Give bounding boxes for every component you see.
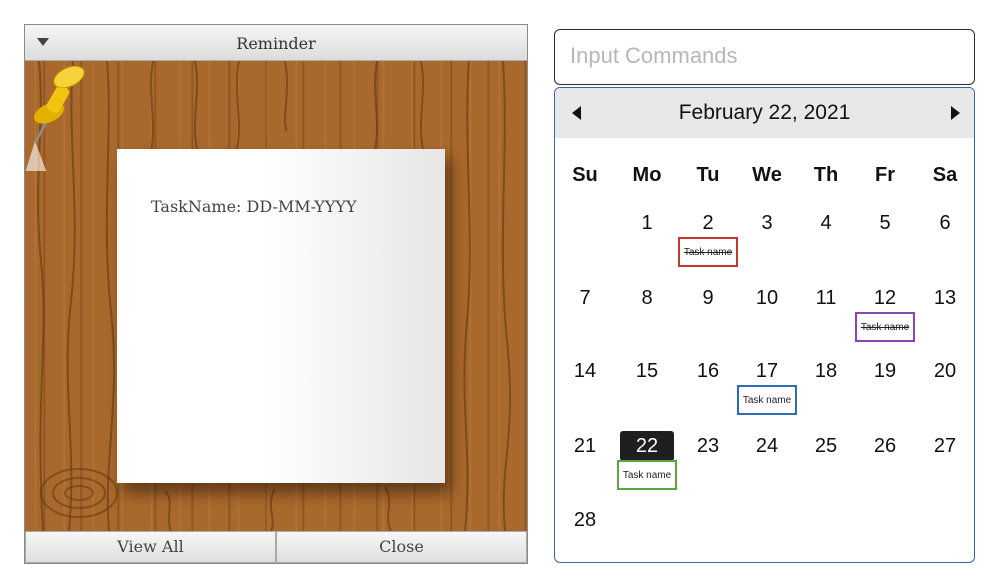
note-task-text: TaskName: DD-MM-YYYY <box>151 197 357 216</box>
task-chip[interactable]: Task name <box>737 385 797 415</box>
calendar-day[interactable]: 4 <box>801 212 851 235</box>
calendar-day[interactable]: 7 <box>560 287 610 310</box>
next-month-icon[interactable] <box>951 106 960 120</box>
month-label: February 22, 2021 <box>678 101 851 124</box>
weekday-header: We <box>752 164 782 186</box>
calendar-day[interactable]: 23 <box>683 435 733 458</box>
sticky-note: TaskName: DD-MM-YYYY <box>117 149 445 483</box>
weekday-header: Fr <box>875 164 895 186</box>
weekday-header: Su <box>572 164 598 186</box>
calendar-day[interactable]: 12 <box>860 287 910 310</box>
task-chip[interactable]: Task name <box>855 312 915 342</box>
calendar: February 22, 2021 Su Mo Tu We Th Fr Sa 1 2 3 4 5 6 7 8… <box>554 87 975 563</box>
close-button[interactable]: Close <box>276 531 527 563</box>
calendar-day[interactable]: 3 <box>742 212 792 235</box>
pushpin-icon <box>25 65 85 171</box>
calendar-day[interactable]: 20 <box>920 360 970 383</box>
calendar-day[interactable]: 26 <box>860 435 910 458</box>
calendar-day[interactable]: 2 <box>683 212 733 235</box>
calendar-day[interactable]: 25 <box>801 435 851 458</box>
calendar-day[interactable]: 8 <box>622 287 672 310</box>
calendar-day[interactable]: 21 <box>560 435 610 458</box>
reminder-button-bar: View All Close <box>25 531 527 563</box>
calendar-day[interactable]: 18 <box>801 360 851 383</box>
task-chip[interactable]: Task name <box>678 237 738 267</box>
calendar-day[interactable]: 27 <box>920 435 970 458</box>
weekday-header: Mo <box>632 164 662 186</box>
calendar-day[interactable]: 15 <box>622 360 672 383</box>
calendar-day[interactable]: 11 <box>801 287 851 310</box>
reminder-title-bar[interactable]: Reminder <box>25 25 527 61</box>
reminder-window: Reminder TaskName: DD-MM-YYYY View All C… <box>24 24 528 564</box>
weekday-header: Sa <box>932 164 958 186</box>
calendar-day[interactable]: 9 <box>683 287 733 310</box>
command-input[interactable]: Input Commands <box>554 29 975 85</box>
task-chip[interactable]: Task name <box>617 460 677 490</box>
calendar-day[interactable]: 14 <box>560 360 610 383</box>
calendar-day[interactable]: 13 <box>920 287 970 310</box>
calendar-day[interactable]: 17 <box>742 360 792 383</box>
wood-background: TaskName: DD-MM-YYYY <box>25 61 527 531</box>
weekday-header: Th <box>813 164 839 186</box>
calendar-header: February 22, 2021 <box>555 88 974 138</box>
calendar-day[interactable]: 1 <box>622 212 672 235</box>
weekday-header: Tu <box>696 164 720 186</box>
calendar-day[interactable]: 6 <box>920 212 970 235</box>
calendar-day[interactable]: 19 <box>860 360 910 383</box>
selected-day[interactable]: 22 <box>620 431 674 461</box>
calendar-day[interactable]: 24 <box>742 435 792 458</box>
reminder-title: Reminder <box>236 34 316 53</box>
view-all-button[interactable]: View All <box>25 531 276 563</box>
calendar-day[interactable]: 16 <box>683 360 733 383</box>
calendar-day[interactable]: 28 <box>560 509 610 532</box>
calendar-day[interactable]: 10 <box>742 287 792 310</box>
calendar-day[interactable]: 5 <box>860 212 910 235</box>
